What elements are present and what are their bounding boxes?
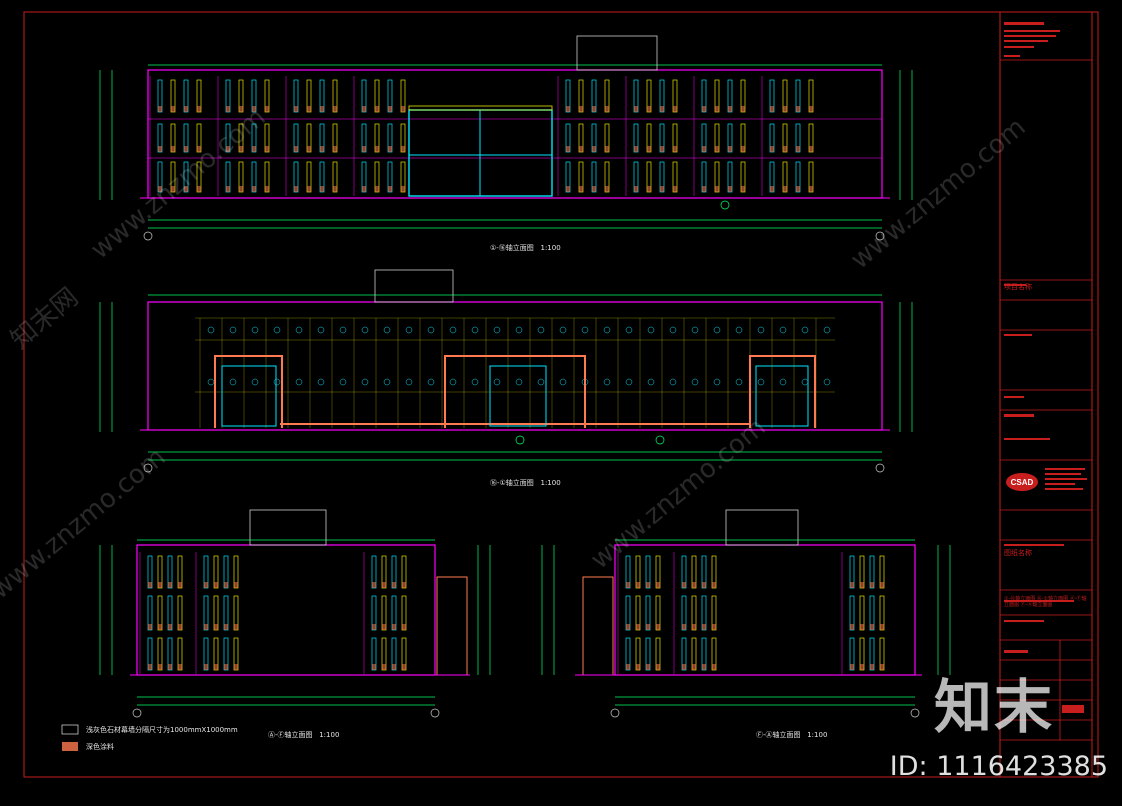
title-block-drawing-name: ①-⑯轴立面图 ⑯-①轴立面图 Ⓐ-Ⓕ轴立面图 Ⓕ-Ⓐ轴立面图 [1004, 596, 1087, 608]
legend-text-2: 深色涂料 [86, 743, 114, 751]
drawing-title-2-text: ⑯-①轴立面图 [490, 479, 534, 487]
drawing-title-1-scale: 1:100 [540, 244, 561, 252]
drawing-title-4-text: Ⓕ-Ⓐ轴立面图 [756, 731, 801, 739]
legend-text-1: 浅灰色石材幕墙分隔尺寸为1000mmX1000mm [86, 726, 238, 734]
znzmo-logo-watermark: 知末 [933, 673, 1054, 741]
title-block-drawing-label: 图纸名称 [1004, 549, 1032, 557]
drawing-title-3: Ⓐ-Ⓕ轴立面图 1:100 [268, 730, 339, 740]
drawing-title-4: Ⓕ-Ⓐ轴立面图 1:100 [756, 730, 827, 740]
drawing-title-3-scale: 1:100 [319, 731, 340, 739]
title-block-project-label: 项目名称 [1004, 283, 1032, 291]
csad-logo-text: CSAD [1011, 478, 1034, 487]
drawing-title-1: ①-⑯轴立面图 1:100 [490, 243, 561, 253]
drawing-title-1-text: ①-⑯轴立面图 [490, 244, 534, 252]
image-id-watermark: ID: 1116423385 [889, 751, 1108, 782]
drawing-title-3-text: Ⓐ-Ⓕ轴立面图 [268, 731, 313, 739]
legend-swatch-hatch [62, 742, 78, 751]
drawing-title-2: ⑯-①轴立面图 1:100 [490, 478, 561, 488]
drawing-title-2-scale: 1:100 [540, 479, 561, 487]
drawing-title-4-scale: 1:100 [807, 731, 828, 739]
